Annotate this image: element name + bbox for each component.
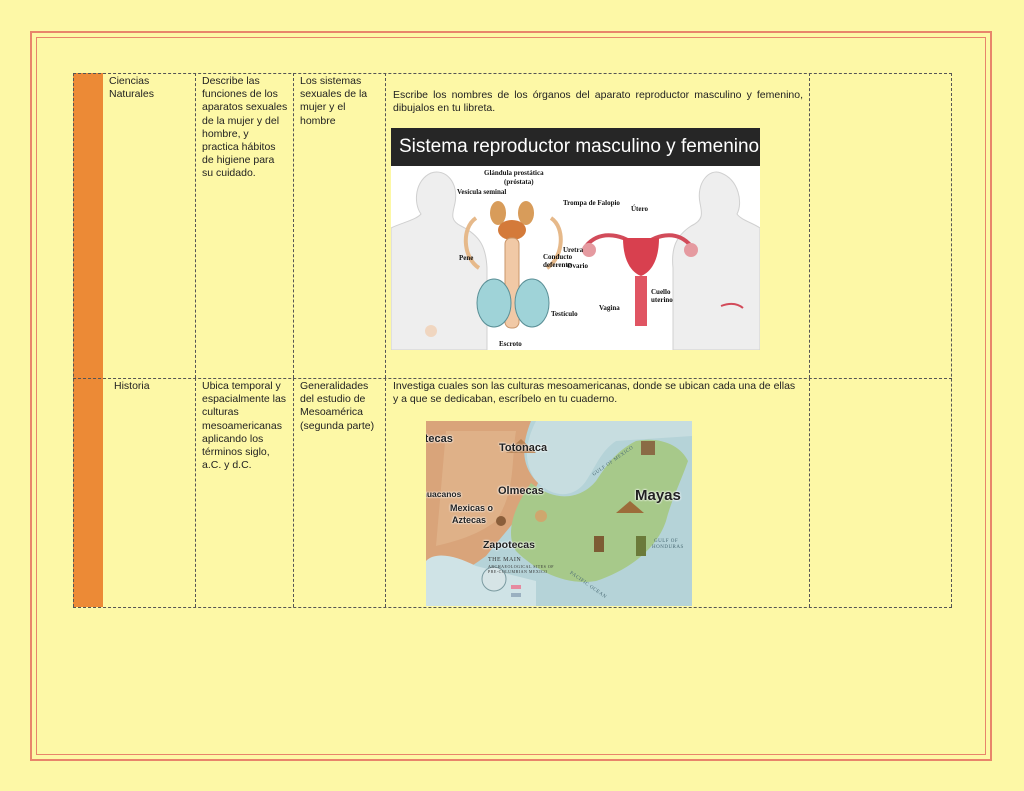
map-label-teotihuacanos: Teotihuacanos — [426, 489, 462, 499]
label-cuello: Cuello — [651, 288, 671, 296]
reproductive-system-image: Sistema reproductor masculino y femenino… — [391, 128, 760, 350]
map-label-gulf-of: GULF OF — [654, 539, 679, 544]
map-label-olmecas: Olmecas — [498, 485, 544, 497]
label-testiculo: Testículo — [551, 310, 578, 318]
table-bottom-border — [73, 607, 952, 608]
side-color-bar — [73, 73, 103, 607]
map-label-totonaca: Totonaca — [499, 442, 548, 454]
map-label-honduras: HONDURAS — [652, 545, 684, 550]
mesoamerica-map-image: Toltecas Totonaca Teotihuacanos Olmecas … — [426, 421, 692, 606]
label-prostata: (próstata) — [504, 178, 534, 186]
map-label-toltecas: Toltecas — [426, 433, 453, 445]
label-conducto: Conducto — [543, 253, 573, 261]
label-escroto: Escroto — [499, 340, 522, 348]
topic-cell: Los sistemas sexuales de la mujer y el h… — [294, 73, 386, 378]
subject-cell: Historia — [103, 378, 196, 607]
label-trompa: Trompa de Falopio — [563, 199, 620, 207]
map-label-mexicas: Mexicas o — [450, 503, 494, 513]
objective-cell: Ubica temporal y espacialmente las cultu… — [196, 378, 294, 607]
label-uterino: uterino — [651, 296, 673, 304]
activity-text: Escribe los nombres de los órganos del a… — [393, 89, 803, 115]
map-label-aztecas: Aztecas — [452, 515, 487, 525]
label-utero: Útero — [631, 205, 648, 213]
label-vagina: Vagina — [599, 304, 620, 312]
objective-cell: Describe las funciones de los aparatos s… — [196, 73, 294, 378]
map-legend-title: THE MAIN — [488, 557, 522, 563]
map-label-mayas: Mayas — [635, 487, 681, 504]
activity-text: Investiga cuales son las culturas mesoam… — [393, 380, 796, 406]
label-vesicula: Vesícula seminal — [457, 188, 507, 196]
map-illustration — [426, 421, 692, 606]
label-pene: Pene — [459, 254, 474, 262]
label-uretra: Uretra — [563, 246, 584, 254]
subject-cell: Ciencias Naturales — [103, 73, 196, 378]
topic-cell: Generalidades del estudio de Mesoamérica… — [294, 378, 386, 607]
label-ovario: Ovario — [567, 262, 588, 270]
table-left-border — [73, 73, 74, 607]
table-right-border — [951, 73, 952, 607]
map-legend-line3: PRE-COLUMBIAN MEXICO — [488, 569, 548, 574]
map-label-zapotecas: Zapotecas — [483, 539, 535, 551]
label-glandula: Glándula prostática — [484, 169, 544, 177]
